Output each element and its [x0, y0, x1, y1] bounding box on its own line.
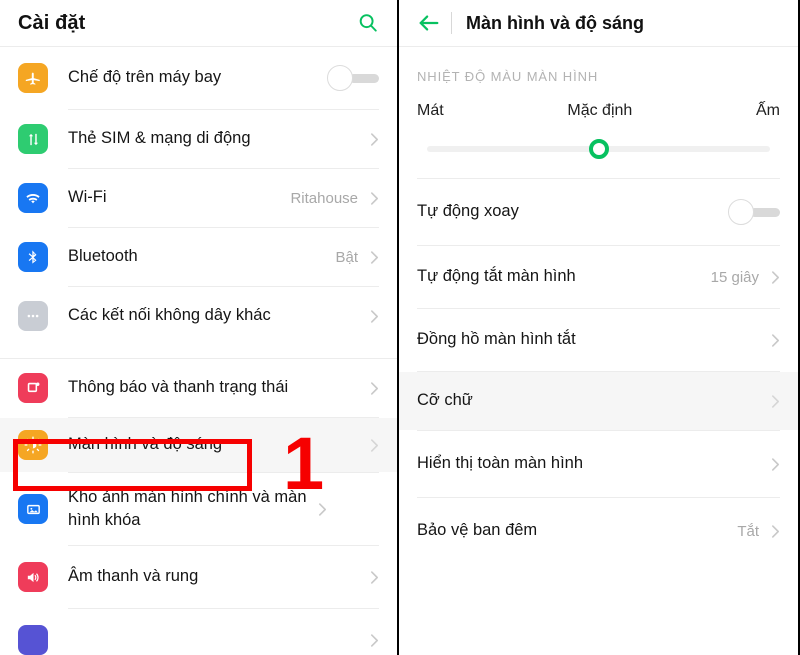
chevron-right-icon — [370, 438, 379, 453]
sidebar-item-wallpapers[interactable]: Kho ảnh màn hình chính và màn hình khóa — [0, 473, 397, 545]
page-title: Màn hình và độ sáng — [466, 12, 645, 33]
sidebar-item-bluetooth[interactable]: Bluetooth Bật — [0, 228, 397, 286]
annotation-number-1: 1 — [283, 422, 325, 505]
group-gap — [399, 162, 798, 178]
list-item-night-shield[interactable]: Bảo vệ ban đêm Tắt — [399, 498, 798, 564]
settings-list: Chế độ trên máy bay Thẻ SIM & mạng di độ… — [0, 47, 397, 655]
toggle-track — [349, 74, 379, 83]
chevron-right-icon — [370, 191, 379, 206]
sound-icon — [18, 562, 48, 592]
screen-timeout-value: 15 giây — [710, 268, 759, 286]
chevron-right-icon — [771, 270, 780, 285]
back-arrow-icon[interactable] — [417, 12, 441, 34]
bluetooth-status-value: Bật — [335, 248, 358, 266]
list-item-auto-rotate[interactable]: Tự động xoay — [399, 179, 798, 245]
list-item-screen-timeout[interactable]: Tự động tắt màn hình 15 giây — [399, 246, 798, 308]
sidebar-item-sim-network[interactable]: Thẻ SIM & mạng di động — [0, 110, 397, 168]
list-item-label: Bảo vệ ban đêm — [417, 521, 538, 540]
sidebar-item-label: Bluetooth — [68, 247, 138, 266]
list-item-screen-off-clock[interactable]: Đồng hồ màn hình tắt — [399, 309, 798, 371]
temp-label-cool: Mát — [417, 102, 444, 119]
dual-screenshot-container: Cài đặt Chế độ trên máy bay Thẻ SIM & mạ… — [0, 0, 800, 655]
chevron-right-icon — [370, 570, 379, 585]
color-temperature-labels: Mát Mặc định Ấm — [399, 84, 798, 120]
group-gap — [0, 345, 397, 358]
header-divider — [451, 12, 452, 34]
toggle-knob — [728, 199, 754, 225]
chevron-right-icon — [370, 250, 379, 265]
list-item-label: Tự động xoay — [417, 202, 519, 221]
sidebar-item-label: Âm thanh và rung — [68, 567, 199, 586]
color-temperature-slider[interactable] — [399, 120, 798, 162]
chevron-right-icon — [771, 394, 780, 409]
list-item-font-size[interactable]: Cỡ chữ — [399, 372, 798, 430]
display-brightness-screen: Màn hình và độ sáng NHIỆT ĐỘ MÀU MÀN HÌN… — [399, 0, 798, 655]
sidebar-item-label: Wi-Fi — [68, 188, 107, 207]
search-icon[interactable] — [357, 12, 379, 34]
airplane-mode-toggle[interactable] — [327, 65, 379, 91]
settings-screen: Cài đặt Chế độ trên máy bay Thẻ SIM & mạ… — [0, 0, 399, 655]
bluetooth-icon — [18, 242, 48, 272]
night-shield-value: Tắt — [737, 522, 759, 540]
list-item-label: Tự động tắt màn hình — [417, 267, 576, 286]
auto-rotate-toggle[interactable] — [728, 199, 780, 225]
sidebar-item-display-brightness[interactable]: Màn hình và độ sáng — [0, 418, 397, 472]
brightness-icon — [18, 430, 48, 460]
sim-card-icon — [18, 124, 48, 154]
chevron-right-icon — [370, 381, 379, 396]
page-title: Cài đặt — [18, 11, 86, 34]
list-item-label: Hiển thị toàn màn hình — [417, 454, 584, 473]
sidebar-item-sound-vibration[interactable]: Âm thanh và rung — [0, 546, 397, 608]
sidebar-item-label: Thông báo và thanh trạng thái — [68, 378, 289, 397]
airplane-icon — [18, 63, 48, 93]
sidebar-item-wifi[interactable]: Wi-Fi Ritahouse — [0, 169, 397, 227]
temp-label-default: Mặc định — [567, 102, 633, 119]
sidebar-item-other-wireless[interactable]: Các kết nối không dây khác — [0, 287, 397, 345]
gallery-icon — [18, 494, 48, 524]
list-item-fullscreen-display[interactable]: Hiển thị toàn màn hình — [399, 431, 798, 497]
apps-icon — [18, 625, 48, 655]
toggle-knob — [327, 65, 353, 91]
more-dots-icon — [18, 301, 48, 331]
sidebar-item-partial[interactable] — [0, 609, 397, 655]
sidebar-item-notifications[interactable]: Thông báo và thanh trạng thái — [0, 359, 397, 417]
toggle-track — [750, 208, 780, 217]
sidebar-item-label: Kho ảnh màn hình chính và màn hình khóa — [68, 487, 307, 529]
temp-label-warm: Ấm — [756, 102, 780, 119]
sidebar-item-label: Màn hình và độ sáng — [68, 435, 223, 454]
sidebar-item-label: Thẻ SIM & mạng di động — [68, 129, 251, 148]
chevron-right-icon — [771, 457, 780, 472]
sidebar-item-label: Các kết nối không dây khác — [68, 306, 271, 325]
wifi-icon — [18, 183, 48, 213]
chevron-right-icon — [370, 633, 379, 648]
display-header: Màn hình và độ sáng — [399, 0, 798, 47]
settings-header: Cài đặt — [0, 0, 397, 47]
chevron-right-icon — [370, 132, 379, 147]
chevron-right-icon — [771, 333, 780, 348]
color-temperature-section-label: NHIỆT ĐỘ MÀU MÀN HÌNH — [417, 69, 599, 84]
notification-icon — [18, 373, 48, 403]
list-item-label: Cỡ chữ — [417, 391, 473, 410]
chevron-right-icon — [370, 309, 379, 324]
sidebar-item-label: Chế độ trên máy bay — [68, 68, 222, 87]
list-item-label: Đồng hồ màn hình tắt — [417, 330, 576, 349]
sidebar-item-airplane-mode[interactable]: Chế độ trên máy bay — [0, 47, 397, 109]
wifi-network-value: Ritahouse — [290, 189, 358, 207]
chevron-right-icon — [771, 524, 780, 539]
slider-thumb[interactable] — [588, 139, 609, 159]
